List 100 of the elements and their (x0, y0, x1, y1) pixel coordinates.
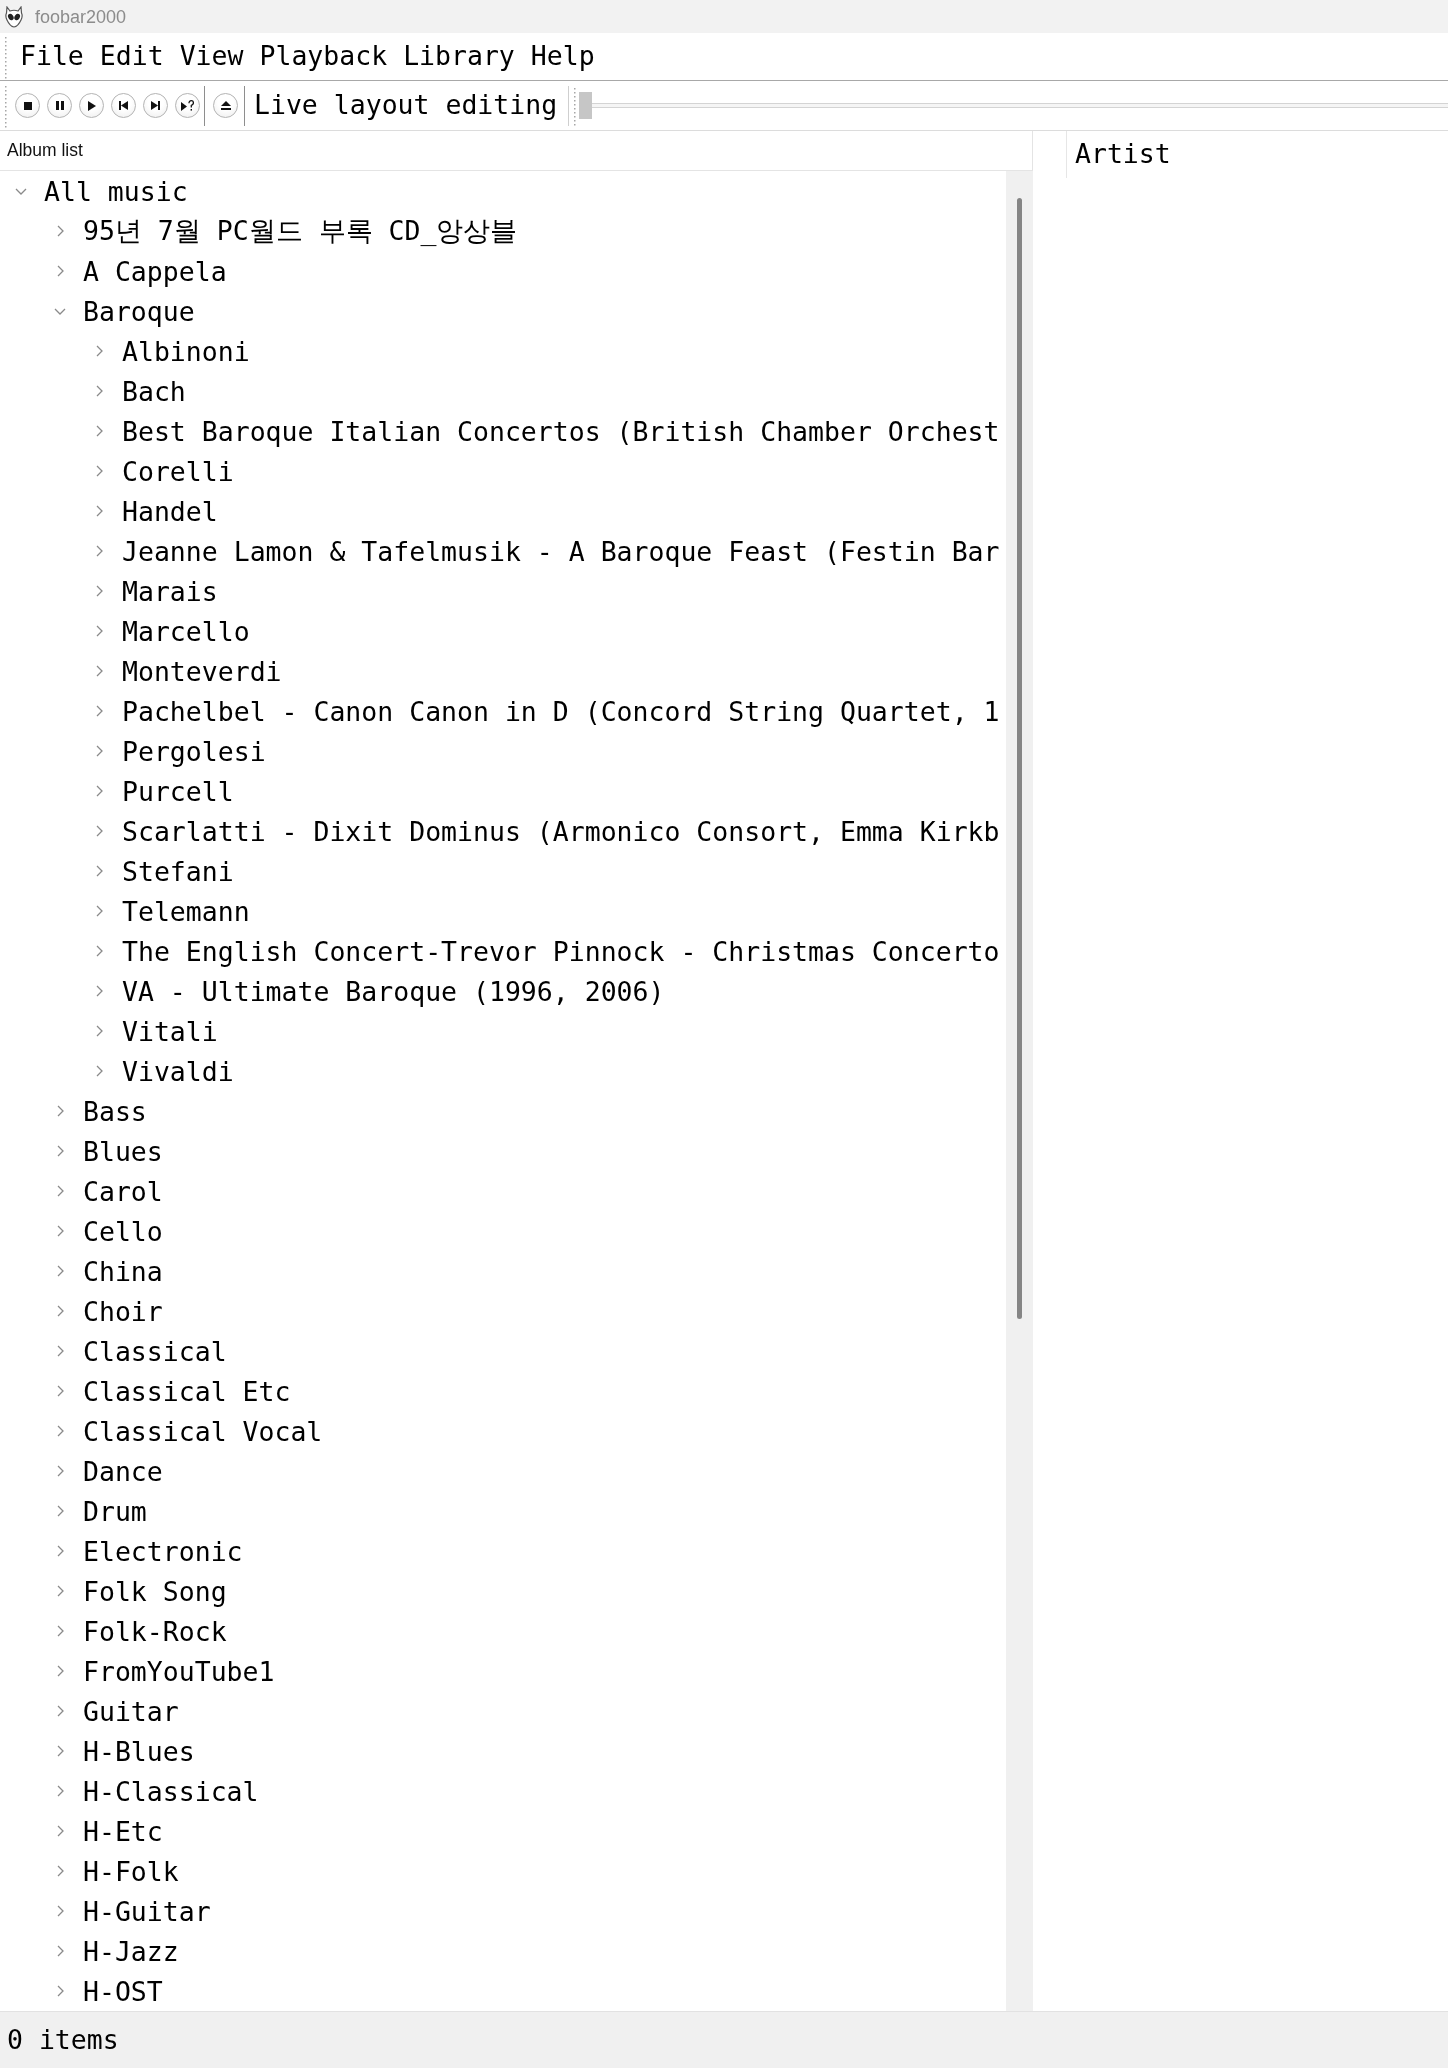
tree-item[interactable]: Vitali (93, 1011, 218, 1051)
menu-item[interactable]: Playback (259, 43, 388, 70)
drag-grip-icon[interactable] (573, 85, 577, 126)
chevron-right-icon[interactable] (56, 1465, 64, 1477)
seekbar-thumb[interactable] (579, 92, 593, 119)
chevron-right-icon[interactable] (56, 225, 64, 237)
tree-item[interactable]: H-Blues (54, 1731, 195, 1771)
tree-item[interactable]: Scarlatti - Dixit Dominus (Armonico Consort, Emma Kirkb (93, 811, 1000, 851)
tree-item[interactable]: Monteverdi (93, 651, 282, 691)
tree-item[interactable]: Classical (54, 1331, 227, 1371)
drag-grip-icon[interactable] (4, 83, 7, 128)
chevron-right-icon[interactable] (95, 1065, 103, 1077)
tree-item[interactable]: Electronic (54, 1531, 243, 1571)
tree-item[interactable]: 95년 7월 PC월드 부록 CD_앙상블 (54, 211, 518, 251)
tree-item[interactable]: H-Guitar (54, 1891, 211, 1931)
tree-item[interactable]: Choir (54, 1291, 163, 1331)
chevron-right-icon[interactable] (56, 1945, 64, 1957)
chevron-right-icon[interactable] (95, 905, 103, 917)
tree-item[interactable]: H-Classical (54, 1771, 259, 1811)
tree-item[interactable]: Purcell (93, 771, 234, 811)
tree-item[interactable]: Stefani (93, 851, 234, 891)
tree-item[interactable]: Vivaldi (93, 1051, 234, 1091)
play-button[interactable] (79, 93, 104, 118)
random-button[interactable] (175, 93, 200, 118)
chevron-right-icon[interactable] (56, 1505, 64, 1517)
chevron-right-icon[interactable] (56, 1265, 64, 1277)
menu-item[interactable]: Help (530, 43, 595, 70)
tree-item[interactable]: A Cappela (54, 251, 227, 291)
tree-item[interactable]: Best Baroque Italian Concertos (British Chamber Orchest (93, 411, 1000, 451)
tree-item[interactable]: Telemann (93, 891, 250, 931)
tree-item[interactable]: H-Folk (54, 1851, 179, 1891)
chevron-right-icon[interactable] (56, 1305, 64, 1317)
tree-item[interactable]: Pergolesi (93, 731, 266, 771)
chevron-right-icon[interactable] (56, 1665, 64, 1677)
tree-item[interactable]: Bach (93, 371, 186, 411)
next-button[interactable] (143, 93, 168, 118)
tree-item[interactable]: Marais (93, 571, 218, 611)
tree-item[interactable]: VA - Ultimate Baroque (1996, 2006) (93, 971, 665, 1011)
chevron-right-icon[interactable] (56, 1705, 64, 1717)
chevron-right-icon[interactable] (56, 1625, 64, 1637)
column-header[interactable]: Artist (1075, 141, 1171, 168)
chevron-right-icon[interactable] (95, 945, 103, 957)
chevron-right-icon[interactable] (95, 345, 103, 357)
chevron-right-icon[interactable] (95, 825, 103, 837)
drag-grip-icon[interactable] (4, 34, 7, 79)
tree-item[interactable]: Drum (54, 1491, 147, 1531)
chevron-right-icon[interactable] (56, 1385, 64, 1397)
tree-item[interactable]: Folk-Rock (54, 1611, 227, 1651)
chevron-right-icon[interactable] (95, 1025, 103, 1037)
chevron-right-icon[interactable] (95, 385, 103, 397)
chevron-down-icon[interactable] (15, 187, 27, 195)
chevron-right-icon[interactable] (56, 1185, 64, 1197)
tree-item[interactable]: Baroque (54, 291, 195, 331)
chevron-right-icon[interactable] (95, 585, 103, 597)
eject-button[interactable] (213, 93, 238, 118)
tree-item[interactable]: Classical Etc (54, 1371, 291, 1411)
chevron-right-icon[interactable] (56, 1585, 64, 1597)
chevron-right-icon[interactable] (56, 1745, 64, 1757)
chevron-right-icon[interactable] (95, 465, 103, 477)
chevron-right-icon[interactable] (56, 1105, 64, 1117)
tree-item[interactable]: Handel (93, 491, 218, 531)
stop-button[interactable] (15, 93, 40, 118)
tree-item[interactable]: FromYouTube1 (54, 1651, 275, 1691)
chevron-right-icon[interactable] (56, 1985, 64, 1997)
tree-item[interactable]: Marcello (93, 611, 250, 651)
chevron-right-icon[interactable] (56, 1865, 64, 1877)
tree-item[interactable]: Albinoni (93, 331, 250, 371)
chevron-down-icon[interactable] (54, 307, 66, 315)
layout-editing-button[interactable]: Live layout editing (254, 90, 558, 121)
chevron-right-icon[interactable] (56, 265, 64, 277)
tree-item[interactable]: Corelli (93, 451, 234, 491)
menu-item[interactable]: Edit (99, 43, 164, 70)
chevron-right-icon[interactable] (56, 1785, 64, 1797)
tree-item[interactable]: Cello (54, 1211, 163, 1251)
pause-button[interactable] (47, 93, 72, 118)
previous-button[interactable] (111, 93, 136, 118)
menu-item[interactable]: Library (403, 43, 515, 70)
chevron-right-icon[interactable] (95, 985, 103, 997)
tree-item[interactable]: Bass (54, 1091, 147, 1131)
chevron-right-icon[interactable] (95, 745, 103, 757)
tree-item[interactable]: Guitar (54, 1691, 179, 1731)
tree-item[interactable]: Folk Song (54, 1571, 227, 1611)
chevron-right-icon[interactable] (95, 865, 103, 877)
chevron-right-icon[interactable] (56, 1425, 64, 1437)
chevron-right-icon[interactable] (95, 625, 103, 637)
chevron-right-icon[interactable] (56, 1905, 64, 1917)
scrollbar-track[interactable] (1006, 171, 1033, 2011)
chevron-right-icon[interactable] (95, 425, 103, 437)
chevron-right-icon[interactable] (56, 1345, 64, 1357)
chevron-right-icon[interactable] (95, 665, 103, 677)
tree-item[interactable]: Carol (54, 1171, 163, 1211)
chevron-right-icon[interactable] (95, 785, 103, 797)
tree-item[interactable]: All music (15, 171, 188, 211)
tree-item[interactable]: Pachelbel - Canon Canon in D (Concord String Quartet, 1 (93, 691, 1000, 731)
chevron-right-icon[interactable] (56, 1545, 64, 1557)
tree-item[interactable]: China (54, 1251, 163, 1291)
tree-item[interactable]: Blues (54, 1131, 163, 1171)
tree-item[interactable]: Dance (54, 1451, 163, 1491)
menu-item[interactable]: View (179, 43, 244, 70)
tree-item[interactable]: Classical Vocal (54, 1411, 323, 1451)
